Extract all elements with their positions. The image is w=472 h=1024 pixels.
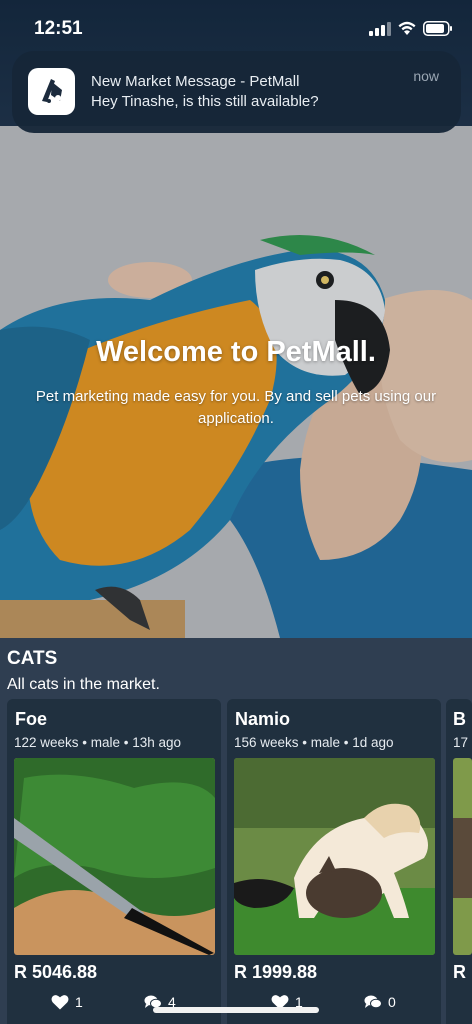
pet-name: B bbox=[453, 709, 466, 729]
notification-title: New Market Message - PetMall bbox=[91, 73, 300, 90]
pet-card[interactable]: Namio 156 weeks • male • 1d ago R 1999.8… bbox=[227, 699, 441, 1024]
hero-title: Welcome to PetMall. bbox=[96, 336, 376, 368]
pet-meta: 122 weeks • male • 13h ago bbox=[14, 735, 182, 750]
pet-meta: 17 bbox=[453, 735, 469, 750]
likes-count: 1 bbox=[75, 994, 83, 1010]
pet-card[interactable]: Foe 122 weeks • male • 13h ago R 5046.88… bbox=[7, 699, 221, 1024]
notification-body: Hey Tinashe, is this still available? bbox=[91, 93, 319, 110]
home-indicator[interactable] bbox=[153, 1007, 319, 1013]
comments-count: 0 bbox=[388, 994, 396, 1010]
notification-time: now bbox=[413, 68, 439, 84]
status-time: 12:51 bbox=[34, 18, 83, 39]
pet-name: Namio bbox=[235, 709, 291, 729]
heart-icon bbox=[51, 995, 69, 1010]
status-bar: 12:51 bbox=[0, 0, 472, 56]
pet-photo bbox=[14, 758, 215, 955]
battery-icon bbox=[423, 21, 452, 36]
hero-subtitle: Pet marketing made easy for you. By and … bbox=[35, 388, 437, 427]
pet-name: Foe bbox=[15, 709, 48, 729]
pet-photo bbox=[234, 758, 435, 955]
section-title: CATS bbox=[7, 648, 58, 669]
pet-photo bbox=[453, 758, 472, 955]
section-subtitle: All cats in the market. bbox=[7, 676, 160, 693]
petmall-app-icon bbox=[28, 68, 75, 115]
pet-card[interactable]: B 17 R bbox=[446, 699, 472, 1024]
wifi-icon bbox=[398, 21, 416, 35]
pet-price: R 1999.88 bbox=[234, 962, 318, 982]
pet-meta: 156 weeks • male • 1d ago bbox=[234, 735, 394, 750]
pet-price: R 5046.88 bbox=[14, 962, 98, 982]
likes-stat[interactable]: 1 bbox=[51, 994, 83, 1010]
pet-price: R bbox=[453, 962, 466, 982]
comments-stat[interactable]: 0 bbox=[364, 994, 396, 1010]
comments-icon bbox=[364, 995, 382, 1009]
push-notification[interactable]: New Market Message - PetMall Hey Tinashe… bbox=[12, 51, 461, 133]
cellular-signal-icon bbox=[369, 22, 391, 36]
